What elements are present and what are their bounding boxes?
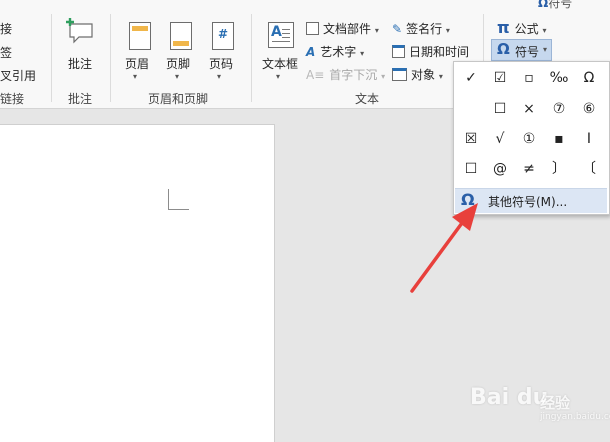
top-right-partial-label: Ω符号 (538, 0, 572, 11)
symbol-cell[interactable]: × (515, 97, 543, 121)
quick-parts-icon (306, 22, 319, 35)
textbox-button[interactable]: 文本框 (262, 55, 298, 72)
signature-line-icon: ✎ (392, 22, 403, 36)
new-comment-button[interactable]: 批注 (68, 55, 92, 72)
symbol-cell[interactable]: Ⅰ (575, 127, 603, 151)
page-number-icon: # (212, 22, 234, 50)
symbol-cell[interactable]: ≠ (515, 157, 543, 181)
group-separator (110, 14, 111, 102)
object-icon (392, 68, 407, 81)
page-number-button[interactable]: 页码 (209, 55, 233, 72)
date-time-button[interactable]: 日期和时间 (392, 43, 469, 60)
group-caption-text: 文本 (355, 92, 380, 106)
symbol-cell[interactable]: @ (486, 157, 514, 181)
header-button[interactable]: 页眉 (125, 55, 149, 72)
comment-icon (66, 18, 96, 47)
baidu-watermark-logo: Bai du (470, 385, 549, 410)
more-symbols-label: 其他符号(M)... (488, 195, 568, 209)
symbol-cell[interactable]: 〔 (575, 157, 603, 181)
textbox-icon: A (268, 22, 294, 48)
footer-button[interactable]: 页脚 (166, 55, 190, 72)
symbol-cell[interactable]: ⑥ (575, 97, 603, 121)
object-button[interactable]: 对象 ▾ (392, 66, 443, 83)
quick-parts-button[interactable]: 文档部件 ▾ (306, 20, 379, 37)
textbox-dropdown-caret[interactable]: ▾ (276, 72, 280, 81)
margin-corner-mark (168, 189, 189, 210)
page-number-dropdown-caret[interactable]: ▾ (217, 72, 221, 81)
dropcap-icon: A≡ (306, 68, 325, 82)
symbol-button-label: 符号 (515, 45, 540, 59)
equation-button[interactable]: π 公式 ▾ (497, 18, 547, 37)
symbol-cell[interactable]: ☐ (486, 97, 514, 121)
symbol-cell[interactable]: ☐ (457, 157, 485, 181)
ribbon-item-bookmark-partial[interactable]: 接 (0, 20, 12, 37)
group-caption-links: 链接 (0, 92, 25, 106)
group-separator (251, 14, 252, 102)
symbol-dropdown-caret: ▾ (543, 45, 548, 54)
symbol-cell[interactable]: ☒ (457, 127, 485, 151)
symbol-dropdown-menu: ✓ ☑ ▫ ‰ Ω ☐ × ⑦ ⑥ ☒ √ ① ▪ Ⅰ ☐ @ ≠ 〕 〔 Ω … (453, 61, 610, 215)
symbol-cell[interactable]: 〕 (545, 157, 573, 181)
pi-icon: π (497, 18, 510, 37)
ribbon-item-bookmark[interactable]: 签 (0, 44, 12, 61)
dropcap-button-disabled: A≡ 首字下沉 ▾ (306, 68, 386, 82)
group-caption-comments: 批注 (68, 92, 93, 106)
group-caption-header-footer: 页眉和页脚 (148, 92, 209, 106)
symbol-button[interactable]: Ω 符号 ▾ (491, 39, 552, 61)
footer-dropdown-caret[interactable]: ▾ (175, 72, 179, 81)
symbol-cell[interactable]: ‰ (545, 66, 573, 90)
symbol-cell[interactable]: ① (515, 127, 543, 151)
ribbon-item-cross-reference[interactable]: 叉引用 (0, 67, 36, 84)
group-separator (51, 14, 52, 102)
baidu-watermark-product: 经验 (540, 394, 571, 412)
wordart-button[interactable]: A 艺术字 ▾ (306, 43, 364, 60)
symbol-cell[interactable]: ▫ (515, 66, 543, 90)
symbol-cell[interactable]: ✓ (457, 66, 485, 90)
symbol-cell[interactable]: ⑦ (545, 97, 573, 121)
header-icon (129, 22, 151, 50)
document-page[interactable] (0, 124, 275, 442)
signature-line-button[interactable]: ✎ 签名行 ▾ (392, 20, 450, 37)
calendar-icon (392, 45, 405, 58)
symbol-cell[interactable]: ☑ (486, 66, 514, 90)
annotation-arrow (410, 203, 478, 293)
wordart-icon: A (306, 45, 316, 59)
footer-icon (170, 22, 192, 50)
omega-partial-icon: Ω (538, 0, 549, 10)
symbol-cell[interactable]: Ω (575, 66, 603, 90)
omega-icon: Ω (497, 40, 510, 58)
baidu-watermark-url: jingyan.baidu.com (540, 412, 610, 422)
header-dropdown-caret[interactable]: ▾ (133, 72, 137, 81)
symbol-cell[interactable]: √ (486, 127, 514, 151)
symbol-cell[interactable]: ▪ (545, 127, 573, 151)
